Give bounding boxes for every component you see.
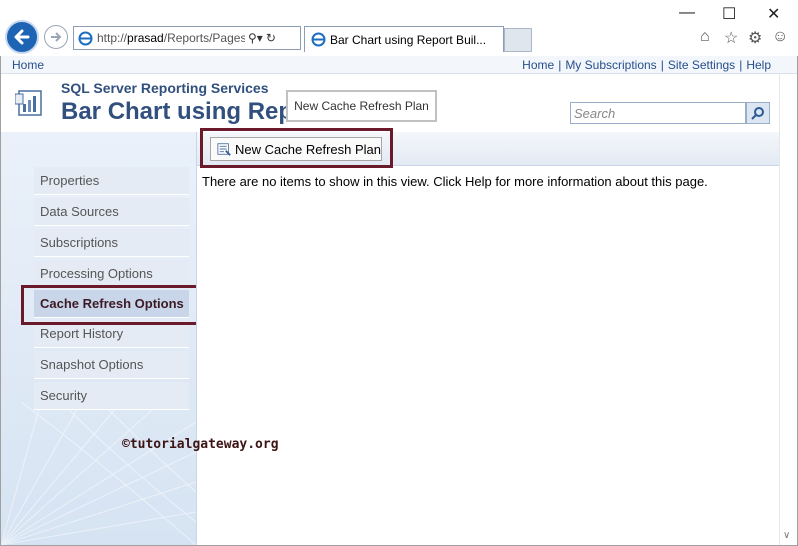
main-content: New Cache Refresh Plan There are no item… <box>196 132 780 545</box>
tooltip: New Cache Refresh Plan <box>286 90 437 122</box>
gear-icon[interactable]: ⚙ <box>748 28 762 48</box>
browser-tab[interactable]: Bar Chart using Report Buil... <box>304 26 504 52</box>
page-title: Bar Chart using Rep <box>61 98 294 125</box>
maximize-icon[interactable]: ☐ <box>722 4 736 24</box>
nav-item-data-sources[interactable]: Data Sources <box>34 198 189 226</box>
link-home[interactable]: Home <box>522 58 554 72</box>
back-button[interactable] <box>5 20 39 54</box>
search-button[interactable] <box>746 102 770 124</box>
link-separator: | <box>660 58 664 72</box>
link-help[interactable]: Help <box>746 58 771 72</box>
search-dropdown-icon[interactable]: ⚲▾ <box>248 31 263 45</box>
smiley-icon[interactable]: ☺ <box>772 28 788 46</box>
link-separator: | <box>558 58 562 72</box>
nav-item-security[interactable]: Security <box>34 382 189 410</box>
link-separator: | <box>739 58 743 72</box>
link-my-subscriptions[interactable]: My Subscriptions <box>565 58 656 72</box>
top-links: Home | My Subscriptions | Site Settings | Help <box>522 58 771 72</box>
nav-item-subscriptions[interactable]: Subscriptions <box>34 229 189 257</box>
tab-title: Bar Chart using Report Buil... <box>330 32 487 47</box>
address-host: prasad <box>127 31 164 45</box>
highlight-toolbar-box <box>200 128 393 168</box>
forward-button[interactable] <box>44 25 68 49</box>
vertical-scrollbar[interactable]: ∨ <box>779 74 797 545</box>
refresh-icon[interactable]: ↻ <box>266 31 276 45</box>
nav-item-processing-options[interactable]: Processing Options <box>34 260 189 288</box>
nav-item-label: Processing Options <box>40 266 153 281</box>
address-bar[interactable]: http://prasad/Reports/Pages ⚲▾ ↻ <box>73 26 301 50</box>
ie-page-icon <box>78 31 93 45</box>
search-input[interactable]: Search <box>570 102 746 124</box>
nav-item-label: Properties <box>40 173 100 188</box>
breadcrumb-home[interactable]: Home <box>12 58 44 72</box>
nav-item-label: Snapshot Options <box>40 357 144 372</box>
report-logo-icon <box>15 90 42 116</box>
minimize-icon[interactable]: — <box>679 4 695 22</box>
nav-item-label: Subscriptions <box>40 235 119 250</box>
home-icon[interactable]: ⌂ <box>700 28 710 46</box>
back-arrow-icon <box>14 29 30 45</box>
browser-titlebar: — ☐ ✕ http://prasad/Reports/Pages ⚲▾ ↻ B… <box>0 0 798 56</box>
tab-favicon-icon <box>311 32 326 47</box>
close-icon[interactable]: ✕ <box>767 4 780 24</box>
address-path: /Reports/Pages <box>163 31 245 45</box>
search-icon <box>751 107 764 120</box>
address-url: http://prasad/Reports/Pages <box>97 31 245 45</box>
nav-item-label: Data Sources <box>40 204 119 219</box>
link-site-settings[interactable]: Site Settings <box>668 58 735 72</box>
empty-message: There are no items to show in this view.… <box>202 174 708 189</box>
address-prefix: http:// <box>97 31 128 45</box>
forward-arrow-icon <box>51 32 62 42</box>
nav-item-properties[interactable]: Properties <box>34 167 189 195</box>
star-icon[interactable]: ☆ <box>724 28 738 48</box>
new-tab-button[interactable] <box>504 28 532 52</box>
ssrs-topbar: Home Home | My Subscriptions | Site Settings… <box>1 56 797 74</box>
nav-item-snapshot-options[interactable]: Snapshot Options <box>34 351 189 379</box>
app-name: SQL Server Reporting Services <box>61 80 269 96</box>
decorative-pattern <box>1 402 196 545</box>
scroll-down-icon[interactable]: ∨ <box>783 530 790 541</box>
highlight-nav-box <box>21 285 199 325</box>
nav-item-label: Report History <box>40 326 124 341</box>
watermark: ©tutorialgateway.org <box>122 437 279 452</box>
nav-item-label: Security <box>40 388 87 403</box>
